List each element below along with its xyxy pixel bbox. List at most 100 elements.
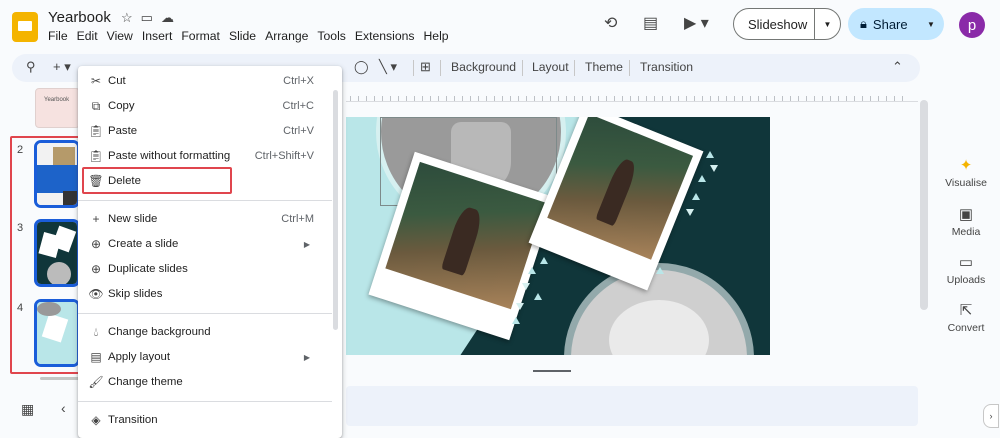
toolbar-divider — [629, 60, 630, 76]
scissors-icon: ✂ — [90, 74, 102, 88]
menu-file[interactable]: File — [48, 29, 68, 43]
line-icon[interactable]: ╲ ▾ — [379, 59, 397, 75]
menu-item-skip-slides[interactable]: 👁︎ Skip slides — [78, 282, 332, 306]
canvas-scroll-indicator — [533, 370, 571, 372]
copy-icon: ⧉ — [91, 98, 101, 113]
menu-item-transition[interactable]: ◈ Transition — [78, 408, 332, 432]
shape-icon[interactable]: ◯ — [354, 59, 369, 75]
menu-item-new-slide[interactable]: + New slide Ctrl+M — [78, 207, 332, 231]
slideshow-button[interactable]: Slideshow ▼ — [733, 8, 841, 40]
submenu-arrow-icon: ▶ — [303, 352, 310, 362]
highlight-box-delete — [82, 167, 232, 194]
side-panel-toggle-icon[interactable]: › — [983, 404, 999, 428]
slideshow-label: Slideshow — [748, 16, 808, 32]
theme-button[interactable]: Theme — [585, 60, 623, 74]
convert-icon: ⇱ — [959, 302, 973, 319]
menu-item-paste-without-formatting[interactable]: 📋︎ Paste without formatting Ctrl+Shift+V — [78, 144, 332, 168]
menu-edit[interactable]: Edit — [77, 29, 98, 43]
sparkle-icon: ✦ — [959, 157, 973, 174]
highlight-box-thumbnails — [10, 136, 82, 374]
duplicate-icon: ⊕ — [90, 262, 102, 276]
media-icon: ▣ — [958, 206, 974, 223]
menu-item-cut[interactable]: ✂ Cut Ctrl+X — [78, 69, 332, 93]
menu-divider — [78, 401, 332, 402]
side-item-label: Uploads — [946, 274, 986, 286]
menu-slide[interactable]: Slide — [229, 29, 256, 43]
menu-item-duplicate-slides[interactable]: ⊕ Duplicate slides — [78, 257, 332, 281]
new-slide-plus-icon[interactable]: + ▾ — [53, 59, 71, 75]
share-button[interactable]: 🔒︎ Share ▼ — [848, 8, 944, 40]
grid-view-icon[interactable]: ▦ — [21, 401, 34, 418]
context-menu-scrollbar[interactable] — [333, 90, 338, 330]
collapse-toolbar-icon[interactable]: ⌃ — [892, 59, 903, 75]
comments-icon[interactable]: ▤ — [643, 13, 658, 33]
menu-tools[interactable]: Tools — [317, 29, 345, 43]
version-history-icon[interactable]: ⟲ — [604, 13, 617, 33]
triangle-decoration — [692, 193, 700, 200]
triangle-decoration — [686, 209, 694, 216]
menu-extensions[interactable]: Extensions — [355, 29, 415, 43]
share-dropdown-icon[interactable]: ▼ — [918, 20, 944, 29]
eye-icon: 👁︎ — [88, 287, 104, 301]
layout-button[interactable]: Layout — [532, 60, 569, 74]
menu-bar: File Edit View Insert Format Slide Arran… — [48, 29, 449, 43]
chevron-left-icon[interactable]: ‹ — [61, 400, 66, 416]
triangle-decoration — [710, 165, 718, 172]
menu-item-change-theme[interactable]: 🖌︎ Change theme — [78, 370, 332, 394]
menu-item-paste[interactable]: 📋︎ Paste Ctrl+V — [78, 119, 332, 143]
paint-drop-icon: 💧︎ — [93, 324, 99, 339]
star-icon[interactable]: ☆ — [121, 10, 133, 26]
lock-icon: 🔒︎ — [860, 16, 867, 31]
portrait-image — [609, 300, 709, 355]
menu-item-change-background[interactable]: 💧︎ Change background — [78, 320, 332, 344]
clipboard-plain-icon: 📋︎ — [88, 149, 104, 163]
menu-help[interactable]: Help — [424, 29, 449, 43]
triangle-decoration — [540, 257, 548, 264]
slide-thumbnail-1[interactable]: Yearbook — [35, 88, 80, 128]
paint-roller-icon: 🖌︎ — [88, 375, 104, 389]
filmstrip-scrollbar[interactable] — [40, 377, 80, 380]
background-button[interactable]: Background — [451, 60, 516, 74]
toolbar-divider — [413, 60, 414, 76]
side-item-convert[interactable]: ⇱ Convert — [944, 301, 988, 334]
menu-item-create-a-slide[interactable]: ⊕ Create a slide ▶ — [78, 232, 332, 256]
context-menu: ✂ Cut Ctrl+X ⧉ Copy Ctrl+C 📋︎ Paste Ctrl… — [78, 66, 342, 438]
slide-canvas[interactable] — [346, 117, 770, 355]
search-menus-icon[interactable]: ⚲ — [26, 59, 36, 75]
menu-insert[interactable]: Insert — [142, 29, 172, 43]
clipboard-icon: 📋︎ — [88, 124, 104, 138]
meet-video-icon[interactable]: ▶︎ ▾ — [684, 13, 709, 33]
share-label: Share — [872, 16, 908, 32]
submenu-arrow-icon: ▶ — [303, 239, 310, 249]
menu-item-apply-layout[interactable]: ▤ Apply layout ▶ — [78, 345, 332, 369]
slideshow-dropdown-icon[interactable]: ▼ — [814, 9, 840, 39]
menu-format[interactable]: Format — [181, 29, 220, 43]
cloud-status-icon[interactable]: ☁ — [161, 10, 174, 26]
document-title[interactable]: Yearbook — [48, 9, 111, 26]
folder-icon: ▭ — [958, 254, 974, 271]
menu-arrange[interactable]: Arrange — [265, 29, 308, 43]
main-scrollbar[interactable] — [920, 100, 928, 310]
plus-icon: + — [92, 212, 100, 226]
move-folder-icon[interactable]: ▭ — [141, 10, 153, 26]
transition-button[interactable]: Transition — [640, 60, 693, 74]
triangle-decoration — [698, 175, 706, 182]
speaker-notes-area[interactable] — [346, 386, 918, 426]
title-icons: ☆ ▭ ☁ — [121, 10, 174, 26]
side-item-uploads[interactable]: ▭ Uploads — [944, 253, 988, 286]
triangle-decoration — [522, 283, 530, 290]
side-item-label: Visualise — [945, 177, 987, 189]
slides-logo-icon[interactable] — [12, 12, 38, 42]
triangle-decoration — [516, 303, 524, 310]
triangle-decoration — [656, 267, 664, 274]
side-item-media[interactable]: ▣ Media — [944, 205, 988, 238]
menu-view[interactable]: View — [107, 29, 133, 43]
toolbar-divider — [522, 60, 523, 76]
ruler-ticks — [350, 96, 910, 101]
side-item-visualise[interactable]: ✦ Visualise — [944, 156, 988, 189]
avatar[interactable]: p — [959, 12, 985, 38]
menu-item-copy[interactable]: ⧉ Copy Ctrl+C — [78, 94, 332, 118]
add-comment-icon[interactable]: ⊞ — [420, 59, 431, 75]
menu-divider — [78, 200, 332, 201]
create-slide-icon: ⊕ — [90, 237, 102, 251]
